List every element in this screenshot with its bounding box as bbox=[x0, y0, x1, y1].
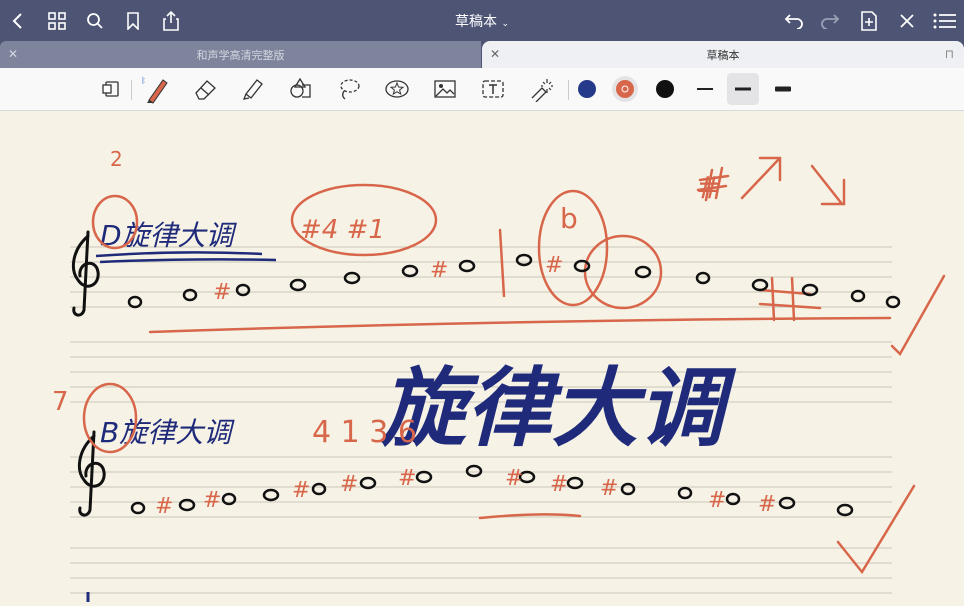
svg-text:#: # bbox=[430, 258, 448, 283]
big-title-melodic-major: 旋律大调 bbox=[379, 359, 737, 459]
stroke-width-thick[interactable] bbox=[768, 75, 798, 103]
laser-pointer-icon[interactable] bbox=[526, 75, 556, 103]
tab-label: 草稿本 bbox=[706, 48, 740, 62]
color-swatch-blue[interactable] bbox=[572, 75, 602, 103]
more-icon[interactable] bbox=[932, 8, 958, 34]
add-page-icon[interactable] bbox=[856, 8, 882, 34]
search-icon[interactable] bbox=[82, 8, 108, 34]
tab-close-icon[interactable]: ✕ bbox=[8, 47, 18, 61]
tab-scratchpad[interactable]: ✕ 草稿本 ⊓ bbox=[482, 41, 964, 68]
tab-harmony-book[interactable]: ✕ 和声学高清完整版 bbox=[0, 41, 481, 68]
top-bar: 草稿本 ⌄ bbox=[0, 0, 964, 41]
back-icon[interactable] bbox=[5, 8, 31, 34]
tab-layout-icon[interactable]: ⊓ bbox=[945, 47, 954, 61]
chevron-down-icon: ⌄ bbox=[501, 19, 509, 29]
tab-label: 和声学高清完整版 bbox=[196, 48, 285, 62]
svg-text:#: # bbox=[550, 472, 568, 497]
svg-text:#: # bbox=[292, 478, 310, 503]
color-swatch-black[interactable] bbox=[650, 75, 680, 103]
tool-bar: ᛒ bbox=[0, 68, 964, 111]
color-swatch-orange-selected[interactable] bbox=[610, 75, 640, 103]
note-canvas[interactable]: D旋律大调 B旋律大调 旋律大调 2 7 #4 #1 b # 4 1 3 6 #… bbox=[0, 111, 964, 602]
svg-text:#: # bbox=[340, 472, 358, 497]
annotation-flat: b bbox=[560, 202, 578, 235]
toolbar-divider bbox=[131, 80, 132, 100]
highlighter-tool-icon[interactable] bbox=[238, 75, 268, 103]
annotation-2: 2 bbox=[110, 147, 123, 171]
svg-text:#: # bbox=[600, 476, 618, 501]
document-title[interactable]: 草稿本 ⌄ bbox=[455, 14, 509, 30]
document-title-text: 草稿本 bbox=[455, 14, 497, 30]
svg-text:#: # bbox=[545, 253, 563, 278]
svg-text:#: # bbox=[203, 488, 221, 513]
page-view-icon[interactable] bbox=[96, 75, 126, 103]
redo-icon[interactable] bbox=[817, 8, 843, 34]
image-tool-icon[interactable] bbox=[430, 75, 460, 103]
bookmark-icon[interactable] bbox=[120, 8, 146, 34]
annotation-sharps: #4 #1 bbox=[300, 215, 385, 245]
svg-text:#: # bbox=[505, 466, 523, 491]
pen-tool-icon[interactable]: ᛒ bbox=[141, 75, 171, 104]
toolbar-divider bbox=[568, 80, 569, 100]
shapes-tool-icon[interactable] bbox=[286, 75, 316, 103]
tab-close-icon[interactable]: ✕ bbox=[490, 47, 500, 61]
annotation-7: 7 bbox=[52, 387, 69, 417]
svg-text:#: # bbox=[213, 280, 231, 305]
svg-text:#: # bbox=[708, 488, 726, 513]
grid-icon[interactable] bbox=[44, 8, 70, 34]
svg-text:#: # bbox=[155, 494, 173, 519]
svg-text:ᛒ: ᛒ bbox=[141, 76, 146, 85]
close-icon[interactable] bbox=[894, 8, 920, 34]
sticker-tool-icon[interactable] bbox=[382, 75, 412, 103]
undo-icon[interactable] bbox=[781, 8, 807, 34]
annotation-numbers: 4 1 3 6 bbox=[312, 415, 417, 450]
annotation-sharp-up: # bbox=[696, 171, 721, 206]
text-tool-icon[interactable] bbox=[478, 75, 508, 103]
eraser-tool-icon[interactable] bbox=[190, 75, 220, 103]
lasso-tool-icon[interactable] bbox=[334, 75, 364, 103]
tab-bar: ✕ 和声学高清完整版 ✕ 草稿本 ⊓ bbox=[0, 41, 964, 68]
heading-b-melodic-major: B旋律大调 bbox=[100, 416, 235, 449]
svg-text:#: # bbox=[758, 492, 776, 517]
share-icon[interactable] bbox=[158, 8, 184, 34]
stroke-width-medium-selected[interactable] bbox=[727, 73, 759, 105]
stroke-width-thin[interactable] bbox=[690, 75, 720, 103]
svg-text:#: # bbox=[398, 466, 416, 491]
